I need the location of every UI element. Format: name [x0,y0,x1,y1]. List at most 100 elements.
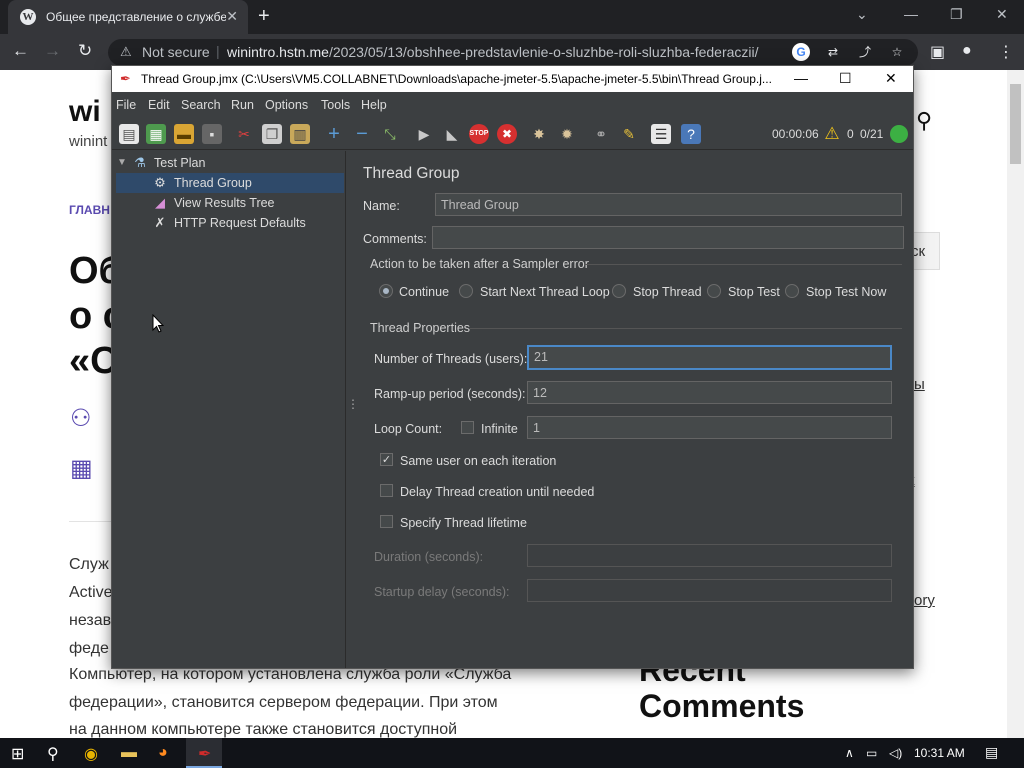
tree-node-thread-group[interactable]: ⚙ Thread Group [116,173,344,193]
jmeter-close-icon[interactable]: ✕ [885,70,897,87]
tray-overflow-icon[interactable]: ∧ [845,746,854,760]
file-explorer-icon[interactable]: ▬ [121,744,137,762]
clear-all-icon[interactable]: ✹ [557,124,577,144]
browser-tab[interactable]: W Общее представление о службе ✕ [8,0,248,34]
warning-triangle-icon[interactable]: ⚠ [822,124,842,144]
new-icon[interactable]: ▤ [119,124,139,144]
stop-icon[interactable]: STOP [469,124,489,144]
close-tab-icon[interactable]: ✕ [226,8,238,25]
radio-continue[interactable] [379,284,393,298]
menu-run[interactable]: Run [231,98,254,112]
infinite-checkbox[interactable] [461,421,474,434]
radio-stop-test[interactable] [707,284,721,298]
start-no-pauses-icon[interactable]: ◣ [442,124,462,144]
collapse-chevron-icon[interactable]: ▼ [114,155,130,171]
radio-start-next-thread-loop-label[interactable]: Start Next Thread Loop [480,285,610,299]
menu-search[interactable]: Search [181,98,221,112]
address-bar[interactable]: ⚠ Not secure | winintro.hstn.me/2023/05/… [108,39,918,66]
close-window-icon[interactable]: ✕ [996,6,1008,23]
menu-file[interactable]: File [116,98,136,112]
collapse-all-icon[interactable]: − [352,124,372,144]
tree-node-http-request-defaults[interactable]: ✗ HTTP Request Defaults [116,213,344,233]
radio-stop-thread[interactable] [612,284,626,298]
same-user-checkbox[interactable]: ✓ [380,453,393,466]
tab-search-icon[interactable]: ⌄ [856,6,868,23]
taskbar-jmeter-button[interactable]: ✒ [186,738,222,768]
function-helper-icon[interactable]: ☰ [651,124,671,144]
forward-icon[interactable]: → [44,41,61,61]
sidebar-link-3[interactable]: ory [914,592,935,609]
cut-icon[interactable]: ✂ [234,124,254,144]
profile-icon[interactable]: ● [962,42,972,60]
save-icon[interactable]: ▪ [202,124,222,144]
reload-icon[interactable]: ↻ [78,41,92,61]
scrollbar-thumb[interactable] [1010,84,1021,164]
restore-icon[interactable]: ❐ [950,6,963,23]
translate-icon[interactable]: ⇄ [824,43,842,61]
notifications-icon[interactable]: ▤ [985,744,998,761]
start-icon[interactable]: ▶ [414,124,434,144]
paste-icon[interactable]: ▥ [290,124,310,144]
body-line-3: незав [69,612,112,629]
back-icon[interactable]: ← [12,41,29,61]
tree-node-test-plan[interactable]: ▼ ⚗ Test Plan [112,153,342,173]
menu-help[interactable]: Help [361,98,387,112]
menu-tools[interactable]: Tools [321,98,350,112]
jmeter-maximize-icon[interactable]: ☐ [839,70,852,87]
templates-icon[interactable]: ▦ [146,124,166,144]
infinite-label[interactable]: Infinite [481,422,518,436]
page-scrollbar[interactable] [1007,70,1024,738]
new-tab-icon[interactable]: + [258,5,270,28]
comments-field[interactable] [432,226,904,249]
radio-continue-label[interactable]: Continue [399,285,449,299]
reset-search-icon[interactable]: ✎ [619,124,639,144]
expand-all-icon[interactable]: + [324,124,344,144]
windows-start-icon[interactable]: ⊞ [11,744,24,764]
same-user-label[interactable]: Same user on each iteration [400,454,556,468]
clear-icon[interactable]: ✸ [529,124,549,144]
google-icon[interactable]: G [792,43,810,61]
search-icon[interactable]: ⚲ [916,108,932,134]
jmeter-minimize-icon[interactable]: — [794,70,808,86]
search-binoculars-icon[interactable]: ⚭ [591,124,611,144]
network-icon[interactable]: ▭ [866,746,877,760]
split-pane-divider[interactable]: ⋮ [345,151,359,668]
side-panel-icon[interactable]: ▣ [930,42,945,62]
url-host: winintro.hstn.me [227,44,329,60]
bookmark-star-icon[interactable]: ☆ [888,43,906,61]
share-icon[interactable]: ⤴ [856,43,874,61]
tree-node-view-results-tree[interactable]: ◢ View Results Tree [116,193,344,213]
copy-icon[interactable]: ❐ [262,124,282,144]
toggle-icon[interactable]: ⤡ [380,124,400,144]
delay-thread-checkbox[interactable] [380,484,393,497]
rampup-field[interactable]: 12 [527,381,892,404]
jmeter-title-bar[interactable]: ✒ Thread Group.jmx (C:\Users\VM5.COLLABN… [112,66,913,92]
site-title[interactable]: wi [69,95,101,129]
menu-edit[interactable]: Edit [148,98,170,112]
volume-icon[interactable]: ◁) [889,746,902,760]
delay-thread-label[interactable]: Delay Thread creation until needed [400,485,594,499]
chrome-icon[interactable]: ◉ [84,744,98,764]
sidebar-link-1[interactable]: ы [914,376,925,393]
name-field[interactable]: Thread Group [435,193,902,216]
gear-icon: ⚙ [154,175,166,190]
taskbar-search-icon[interactable]: ⚲ [47,744,59,764]
threads-field[interactable]: 21 [527,345,892,370]
radio-stop-test-label[interactable]: Stop Test [728,285,780,299]
radio-start-next-thread-loop[interactable] [459,284,473,298]
breadcrumb[interactable]: ГЛАВН [69,203,110,217]
help-icon[interactable]: ? [681,124,701,144]
minimize-icon[interactable]: — [904,6,918,22]
firefox-icon[interactable]: ◕ [158,744,168,762]
menu-kebab-icon[interactable]: ⋮ [998,42,1014,62]
radio-stop-test-now-label[interactable]: Stop Test Now [806,285,886,299]
thread-lifetime-checkbox[interactable] [380,515,393,528]
menu-options[interactable]: Options [265,98,308,112]
clock-time[interactable]: 10:31 AM [914,746,965,760]
radio-stop-thread-label[interactable]: Stop Thread [633,285,702,299]
open-icon[interactable]: ▬ [174,124,194,144]
shutdown-icon[interactable]: ✖ [497,124,517,144]
radio-stop-test-now[interactable] [785,284,799,298]
thread-lifetime-label[interactable]: Specify Thread lifetime [400,516,527,530]
loop-count-field[interactable]: 1 [527,416,892,439]
